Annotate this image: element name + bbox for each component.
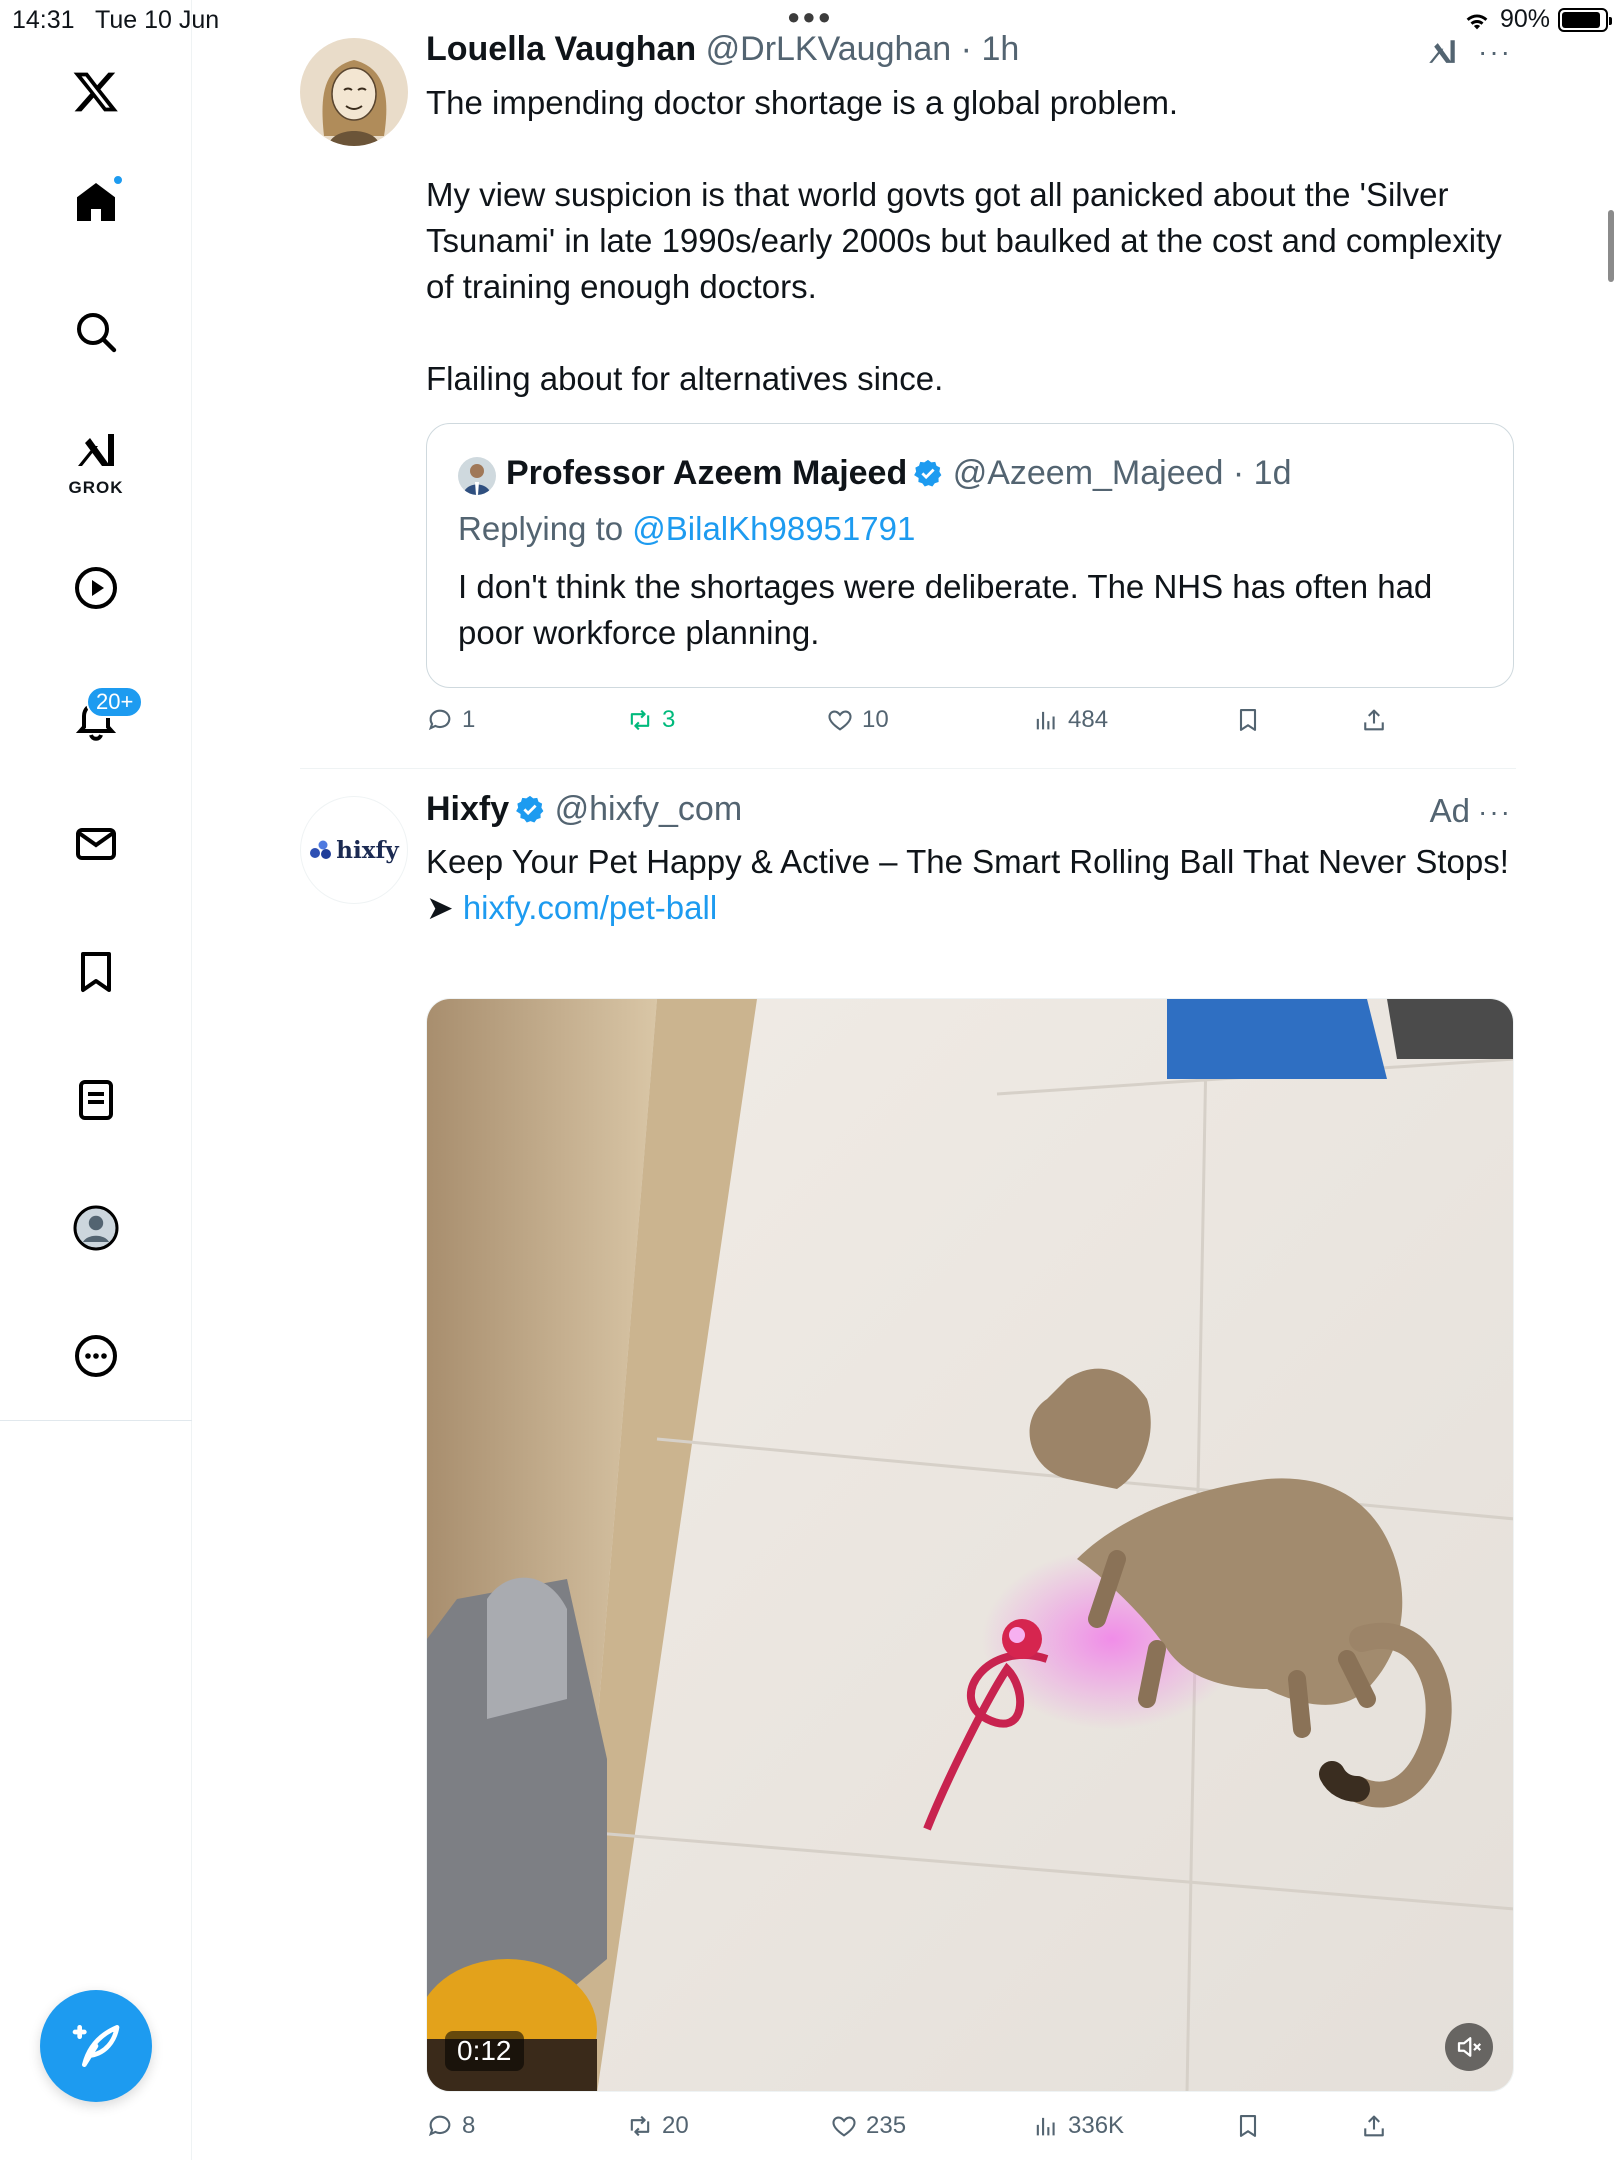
ad-author-name[interactable]: Hixfy (426, 790, 509, 828)
replying-to: Replying to @BilalKh98951791 (458, 510, 916, 547)
quoted-tweet-text: I don't think the shortages were deliber… (458, 568, 1433, 651)
video-frame (427, 999, 1513, 2091)
like-button[interactable]: 10 (826, 706, 889, 734)
share-icon (1364, 709, 1384, 731)
multitask-dots-icon[interactable]: ●●● (787, 4, 833, 30)
repost-button[interactable]: 3 (626, 706, 675, 734)
mute-button[interactable] (1445, 2023, 1493, 2071)
like-button[interactable]: 235 (830, 2112, 906, 2140)
sidebar-item-lists[interactable] (64, 1068, 128, 1132)
tweet-author-avatar[interactable] (300, 38, 408, 146)
ad-author-avatar[interactable]: hixfy (300, 796, 408, 904)
quoted-timestamp: · 1d (1232, 454, 1292, 492)
battery-percent: 90% (1499, 5, 1550, 33)
bookmark-icon (1239, 2115, 1257, 2137)
ad-avatar-text: hixfy (336, 836, 399, 864)
search-icon (77, 313, 117, 353)
battery-icon (1558, 7, 1612, 32)
views-icon (1036, 2117, 1055, 2136)
reply-icon (428, 2115, 451, 2137)
sidebar-item-profile[interactable] (64, 1196, 128, 1260)
bookmark-icon (1239, 709, 1257, 731)
sidebar-item-home[interactable] (64, 170, 128, 234)
bookmark-button[interactable] (1234, 706, 1262, 734)
avatar-icon (73, 1205, 119, 1251)
sidebar-item-more[interactable] (64, 1324, 128, 1388)
x-logo-icon[interactable] (64, 60, 128, 124)
views-button[interactable]: 484 (1032, 706, 1108, 734)
more-circle-icon (75, 1335, 117, 1377)
hixfy-logo-icon (310, 840, 332, 859)
video-timestamp: 0:12 (445, 2031, 524, 2071)
ad-link[interactable]: hixfy.com/pet-ball (463, 889, 717, 926)
muted-speaker-icon (1457, 2037, 1482, 2057)
share-button[interactable] (1360, 2112, 1388, 2140)
quoted-author-name: Professor Azeem Majeed (506, 454, 908, 492)
ad-text: Keep Your Pet Happy & Active – The Smart… (426, 843, 1509, 926)
tweet-divider (300, 768, 1516, 769)
heart-icon (832, 2116, 856, 2137)
ad-more-icon[interactable]: ··· (1478, 796, 1512, 828)
ad-video[interactable]: 0:12 (426, 998, 1514, 2092)
scroll-indicator[interactable] (1608, 210, 1614, 282)
sidebar-item-search[interactable] (64, 300, 128, 364)
tweet-author-name[interactable]: Louella Vaughan (426, 30, 696, 68)
sidebar-item-grok[interactable] (64, 420, 128, 484)
views-icon (1036, 711, 1055, 730)
list-icon (79, 1080, 113, 1120)
repost-icon (630, 709, 650, 731)
replying-to-handle[interactable]: @BilalKh98951791 (632, 510, 915, 547)
compose-button[interactable] (40, 1990, 152, 2102)
home-icon (77, 183, 115, 221)
verified-badge-icon (914, 459, 942, 487)
tweet-more-icon[interactable]: ··· (1478, 36, 1512, 68)
tweet-text: The impending doctor shortage is a globa… (426, 84, 1502, 397)
repost-button[interactable]: 20 (626, 2112, 689, 2140)
sidebar-item-bookmarks[interactable] (64, 940, 128, 1004)
sidebar-item-messages[interactable] (64, 812, 128, 876)
grok-label: GROK (68, 478, 124, 497)
new-content-dot (112, 174, 124, 186)
bookmark-icon (81, 952, 111, 992)
quoted-author-avatar (458, 457, 496, 495)
arrow-glyph: ➤ (426, 889, 463, 926)
tweet-actions: 1 3 10 484 (426, 706, 1516, 746)
play-icon (75, 567, 117, 609)
bookmark-button[interactable] (1234, 2112, 1262, 2140)
sidebar: GROK 20+ (0, 0, 192, 2160)
ad-actions: 8 20 235 336K (426, 2112, 1516, 2152)
repost-icon (630, 2115, 650, 2137)
notifications-badge: 20+ (86, 686, 144, 718)
sidebar-item-videos[interactable] (64, 556, 128, 620)
heart-icon (828, 710, 852, 731)
mail-icon (76, 828, 116, 860)
sidebar-divider (0, 1420, 192, 1421)
tweet-author-handle[interactable]: @DrLKVaughan (706, 30, 952, 68)
quoted-author-handle: @Azeem_Majeed (952, 454, 1224, 492)
ad-author-handle[interactable]: @hixfy_com (555, 790, 743, 828)
reply-icon (428, 709, 451, 731)
reply-button[interactable]: 8 (426, 2112, 475, 2140)
quoted-tweet[interactable]: Professor Azeem Majeed @Azeem_Majeed · 1… (426, 423, 1514, 688)
share-icon (1364, 2115, 1384, 2137)
wifi-icon (1466, 13, 1488, 29)
sidebar-item-notifications[interactable]: 20+ (64, 686, 144, 750)
grok-icon (78, 434, 114, 466)
compose-icon (72, 2025, 120, 2067)
share-button[interactable] (1360, 706, 1388, 734)
tweet-timestamp[interactable]: · 1h (961, 30, 1020, 68)
verified-badge-icon (516, 795, 544, 823)
grok-explain-icon[interactable] (1425, 36, 1459, 70)
views-button[interactable]: 336K (1032, 2112, 1124, 2140)
ad-label: Ad (1429, 792, 1470, 829)
reply-button[interactable]: 1 (426, 706, 475, 734)
